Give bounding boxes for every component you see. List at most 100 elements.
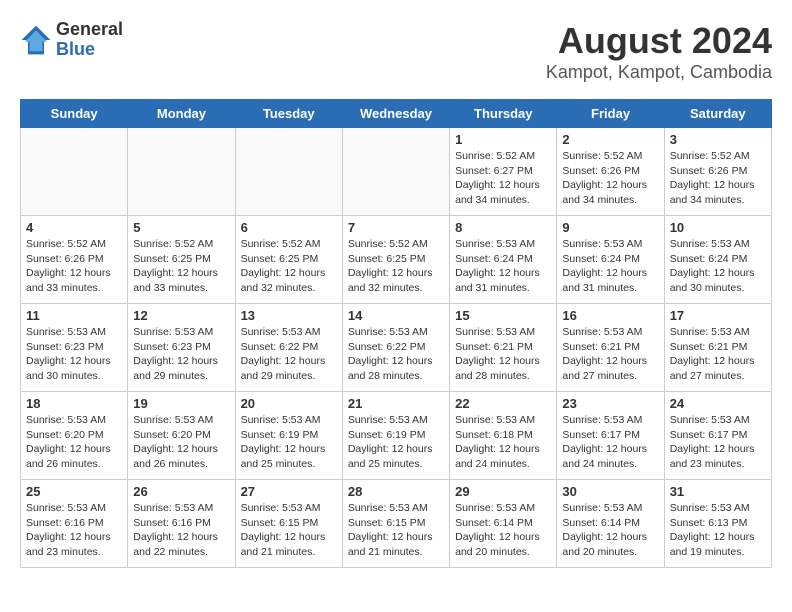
day-number: 19 bbox=[133, 396, 229, 411]
day-info: Sunrise: 5:53 AMSunset: 6:15 PMDaylight:… bbox=[241, 501, 337, 560]
day-number: 28 bbox=[348, 484, 444, 499]
calendar-cell: 14Sunrise: 5:53 AMSunset: 6:22 PMDayligh… bbox=[342, 304, 449, 392]
calendar-week-4: 25 Sunrise: 5:53 AMSunset: 6:16 PMDayligh… bbox=[21, 480, 772, 568]
calendar-cell bbox=[235, 128, 342, 216]
day-number: 11 bbox=[26, 308, 122, 323]
day-info: Sunrise: 5:53 AMSunset: 6:16 PMDaylight:… bbox=[26, 501, 122, 560]
weekday-header-sunday: Sunday bbox=[21, 100, 128, 128]
day-number: 13 bbox=[241, 308, 337, 323]
calendar-cell bbox=[21, 128, 128, 216]
day-info: Sunrise: 5:53 AMSunset: 6:19 PMDaylight:… bbox=[348, 413, 444, 472]
day-number: 23 bbox=[562, 396, 658, 411]
logo: General Blue bbox=[20, 20, 123, 60]
day-number: 5 bbox=[133, 220, 229, 235]
day-info: Sunrise: 5:52 AMSunset: 6:26 PMDaylight:… bbox=[26, 237, 122, 296]
day-info: Sunrise: 5:52 AMSunset: 6:27 PMDaylight:… bbox=[455, 149, 551, 208]
day-number: 3 bbox=[670, 132, 766, 147]
day-info: Sunrise: 5:53 AMSunset: 6:17 PMDaylight:… bbox=[670, 413, 766, 472]
day-info: Sunrise: 5:53 AMSunset: 6:22 PMDaylight:… bbox=[241, 325, 337, 384]
calendar-cell: 28Sunrise: 5:53 AMSunset: 6:15 PMDayligh… bbox=[342, 480, 449, 568]
calendar-cell: 25 Sunrise: 5:53 AMSunset: 6:16 PMDayligh… bbox=[21, 480, 128, 568]
day-number: 24 bbox=[670, 396, 766, 411]
calendar-cell: 8 Sunrise: 5:53 AMSunset: 6:24 PMDaylight… bbox=[450, 216, 557, 304]
day-number: 14 bbox=[348, 308, 444, 323]
day-info: Sunrise: 5:53 AMSunset: 6:17 PMDaylight:… bbox=[562, 413, 658, 472]
calendar-cell: 6 Sunrise: 5:52 AMSunset: 6:25 PMDaylight… bbox=[235, 216, 342, 304]
day-number: 17 bbox=[670, 308, 766, 323]
calendar-week-2: 11 Sunrise: 5:53 AMSunset: 6:23 PMDayligh… bbox=[21, 304, 772, 392]
day-number: 20 bbox=[241, 396, 337, 411]
calendar-week-0: 1 Sunrise: 5:52 AMSunset: 6:27 PMDaylight… bbox=[21, 128, 772, 216]
weekday-header-monday: Monday bbox=[128, 100, 235, 128]
weekday-header-saturday: Saturday bbox=[664, 100, 771, 128]
calendar-cell: 4 Sunrise: 5:52 AMSunset: 6:26 PMDaylight… bbox=[21, 216, 128, 304]
day-info: Sunrise: 5:53 AMSunset: 6:16 PMDaylight:… bbox=[133, 501, 229, 560]
day-info: Sunrise: 5:52 AMSunset: 6:26 PMDaylight:… bbox=[562, 149, 658, 208]
calendar: SundayMondayTuesdayWednesdayThursdayFrid… bbox=[20, 99, 772, 568]
calendar-cell: 27 Sunrise: 5:53 AMSunset: 6:15 PMDayligh… bbox=[235, 480, 342, 568]
day-info: Sunrise: 5:53 AMSunset: 6:14 PMDaylight:… bbox=[562, 501, 658, 560]
day-info: Sunrise: 5:53 AMSunset: 6:21 PMDaylight:… bbox=[455, 325, 551, 384]
day-number: 15 bbox=[455, 308, 551, 323]
calendar-cell: 21 Sunrise: 5:53 AMSunset: 6:19 PMDayligh… bbox=[342, 392, 449, 480]
calendar-cell: 30 Sunrise: 5:53 AMSunset: 6:14 PMDayligh… bbox=[557, 480, 664, 568]
day-info: Sunrise: 5:53 AMSunset: 6:14 PMDaylight:… bbox=[455, 501, 551, 560]
calendar-cell bbox=[128, 128, 235, 216]
calendar-cell bbox=[342, 128, 449, 216]
day-number: 21 bbox=[348, 396, 444, 411]
day-number: 2 bbox=[562, 132, 658, 147]
calendar-cell: 12Sunrise: 5:53 AMSunset: 6:23 PMDayligh… bbox=[128, 304, 235, 392]
day-number: 8 bbox=[455, 220, 551, 235]
day-number: 6 bbox=[241, 220, 337, 235]
calendar-cell: 3 Sunrise: 5:52 AMSunset: 6:26 PMDaylight… bbox=[664, 128, 771, 216]
day-number: 18 bbox=[26, 396, 122, 411]
calendar-cell: 24 Sunrise: 5:53 AMSunset: 6:17 PMDayligh… bbox=[664, 392, 771, 480]
day-info: Sunrise: 5:53 AMSunset: 6:13 PMDaylight:… bbox=[670, 501, 766, 560]
day-number: 30 bbox=[562, 484, 658, 499]
day-number: 1 bbox=[455, 132, 551, 147]
day-number: 16 bbox=[562, 308, 658, 323]
day-number: 31 bbox=[670, 484, 766, 499]
day-info: Sunrise: 5:53 AMSunset: 6:24 PMDaylight:… bbox=[562, 237, 658, 296]
day-info: Sunrise: 5:53 AMSunset: 6:20 PMDaylight:… bbox=[133, 413, 229, 472]
calendar-cell: 19 Sunrise: 5:53 AMSunset: 6:20 PMDayligh… bbox=[128, 392, 235, 480]
day-info: Sunrise: 5:52 AMSunset: 6:26 PMDaylight:… bbox=[670, 149, 766, 208]
calendar-cell: 20 Sunrise: 5:53 AMSunset: 6:19 PMDayligh… bbox=[235, 392, 342, 480]
logo-text: General Blue bbox=[56, 20, 123, 60]
day-number: 29 bbox=[455, 484, 551, 499]
day-info: Sunrise: 5:53 AMSunset: 6:21 PMDaylight:… bbox=[562, 325, 658, 384]
day-info: Sunrise: 5:53 AMSunset: 6:18 PMDaylight:… bbox=[455, 413, 551, 472]
day-info: Sunrise: 5:53 AMSunset: 6:21 PMDaylight:… bbox=[670, 325, 766, 384]
day-number: 25 bbox=[26, 484, 122, 499]
day-number: 4 bbox=[26, 220, 122, 235]
calendar-cell: 13 Sunrise: 5:53 AMSunset: 6:22 PMDayligh… bbox=[235, 304, 342, 392]
day-number: 22 bbox=[455, 396, 551, 411]
day-info: Sunrise: 5:53 AMSunset: 6:23 PMDaylight:… bbox=[26, 325, 122, 384]
weekday-header-wednesday: Wednesday bbox=[342, 100, 449, 128]
day-info: Sunrise: 5:52 AMSunset: 6:25 PMDaylight:… bbox=[241, 237, 337, 296]
calendar-cell: 22 Sunrise: 5:53 AMSunset: 6:18 PMDayligh… bbox=[450, 392, 557, 480]
day-number: 7 bbox=[348, 220, 444, 235]
weekday-header-friday: Friday bbox=[557, 100, 664, 128]
page-subtitle: Kampot, Kampot, Cambodia bbox=[546, 62, 772, 83]
day-info: Sunrise: 5:53 AMSunset: 6:24 PMDaylight:… bbox=[455, 237, 551, 296]
calendar-cell: 29 Sunrise: 5:53 AMSunset: 6:14 PMDayligh… bbox=[450, 480, 557, 568]
weekday-header-row: SundayMondayTuesdayWednesdayThursdayFrid… bbox=[21, 100, 772, 128]
page-title: August 2024 bbox=[546, 20, 772, 62]
day-number: 9 bbox=[562, 220, 658, 235]
calendar-cell: 11 Sunrise: 5:53 AMSunset: 6:23 PMDayligh… bbox=[21, 304, 128, 392]
calendar-cell: 10Sunrise: 5:53 AMSunset: 6:24 PMDayligh… bbox=[664, 216, 771, 304]
calendar-cell: 23 Sunrise: 5:53 AMSunset: 6:17 PMDayligh… bbox=[557, 392, 664, 480]
calendar-week-1: 4 Sunrise: 5:52 AMSunset: 6:26 PMDaylight… bbox=[21, 216, 772, 304]
calendar-header: SundayMondayTuesdayWednesdayThursdayFrid… bbox=[21, 100, 772, 128]
logo-general: General bbox=[56, 20, 123, 40]
logo-blue: Blue bbox=[56, 40, 123, 60]
weekday-header-thursday: Thursday bbox=[450, 100, 557, 128]
day-number: 12 bbox=[133, 308, 229, 323]
day-info: Sunrise: 5:53 AMSunset: 6:20 PMDaylight:… bbox=[26, 413, 122, 472]
day-number: 27 bbox=[241, 484, 337, 499]
calendar-cell: 1 Sunrise: 5:52 AMSunset: 6:27 PMDaylight… bbox=[450, 128, 557, 216]
day-info: Sunrise: 5:53 AMSunset: 6:19 PMDaylight:… bbox=[241, 413, 337, 472]
calendar-cell: 7Sunrise: 5:52 AMSunset: 6:25 PMDaylight… bbox=[342, 216, 449, 304]
day-info: Sunrise: 5:53 AMSunset: 6:24 PMDaylight:… bbox=[670, 237, 766, 296]
